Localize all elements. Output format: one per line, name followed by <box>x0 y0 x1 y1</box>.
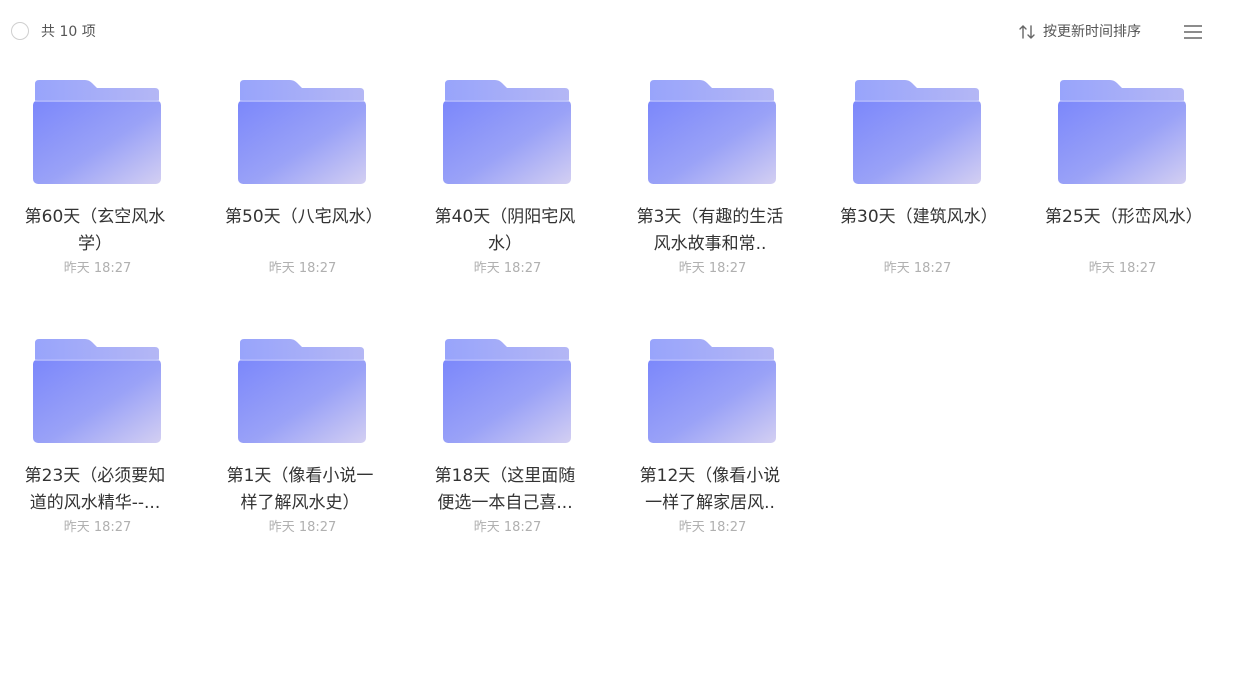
folder-icon <box>443 339 571 443</box>
folder-name: 第23天（必须要知道的风水精华--... <box>24 466 166 513</box>
folder-time: 昨天 18:27 <box>678 261 747 276</box>
folder-icon <box>648 339 776 443</box>
file-browser: 共 10 项 按更新时间排序 第60天（玄空风水学） 昨天 18:27 第50天… <box>0 0 1251 679</box>
folder-name: 第1天（像看小说一样了解风水史） <box>226 466 374 513</box>
folder-time: 昨天 18:27 <box>678 520 747 535</box>
folder-item[interactable]: 第50天（八宅风水） 昨天 18:27 <box>205 64 395 304</box>
folder-time: 昨天 18:27 <box>63 520 132 535</box>
folder-time: 昨天 18:27 <box>63 261 132 276</box>
sort-label: 按更新时间排序 <box>1043 24 1141 40</box>
folder-name: 第30天（建筑风水） <box>840 207 990 227</box>
folder-name: 第12天（像看小说一样了解家居风.. <box>639 466 781 513</box>
folder-icon <box>853 80 981 184</box>
folder-icon <box>33 80 161 184</box>
folder-icon <box>238 339 366 443</box>
folder-name: 第3天（有趣的生活风水故事和常.. <box>636 207 784 254</box>
folder-icon <box>238 80 366 184</box>
folder-icon <box>1058 80 1186 184</box>
folder-item[interactable]: 第18天（这里面随便选一本自己喜... 昨天 18:27 <box>410 323 600 563</box>
folder-item[interactable]: 第60天（玄空风水学） 昨天 18:27 <box>0 64 190 304</box>
item-count-label: 共 10 项 <box>41 24 96 40</box>
toolbar: 共 10 项 按更新时间排序 <box>0 0 1251 64</box>
folder-item[interactable]: 第25天（形峦风水） 昨天 18:27 <box>1025 64 1215 304</box>
folder-item[interactable]: 第23天（必须要知道的风水精华--... 昨天 18:27 <box>0 323 190 563</box>
folder-time: 昨天 18:27 <box>883 261 952 276</box>
folder-time: 昨天 18:27 <box>1088 261 1157 276</box>
sort-button[interactable]: 按更新时间排序 <box>1017 20 1141 44</box>
folder-item[interactable]: 第30天（建筑风水） 昨天 18:27 <box>820 64 1010 304</box>
list-view-icon[interactable] <box>1182 22 1204 42</box>
folder-item[interactable]: 第12天（像看小说一样了解家居风.. 昨天 18:27 <box>615 323 805 563</box>
folder-time: 昨天 18:27 <box>473 520 542 535</box>
folder-item[interactable]: 第40天（阴阳宅风水） 昨天 18:27 <box>410 64 600 304</box>
folder-icon <box>443 80 571 184</box>
folder-name: 第40天（阴阳宅风水） <box>434 207 576 254</box>
folder-time: 昨天 18:27 <box>473 261 542 276</box>
sort-arrows-icon <box>1019 25 1035 39</box>
folder-name: 第25天（形峦风水） <box>1045 207 1195 227</box>
folder-time: 昨天 18:27 <box>268 520 337 535</box>
folder-item[interactable]: 第3天（有趣的生活风水故事和常.. 昨天 18:27 <box>615 64 805 304</box>
folder-name: 第60天（玄空风水学） <box>24 207 166 254</box>
folder-icon <box>648 80 776 184</box>
folder-name: 第18天（这里面随便选一本自己喜... <box>434 466 576 513</box>
folder-name: 第50天（八宅风水） <box>225 207 375 227</box>
select-all-checkbox[interactable] <box>11 22 29 40</box>
folder-icon <box>33 339 161 443</box>
folder-time: 昨天 18:27 <box>268 261 337 276</box>
folder-item[interactable]: 第1天（像看小说一样了解风水史） 昨天 18:27 <box>205 323 395 563</box>
